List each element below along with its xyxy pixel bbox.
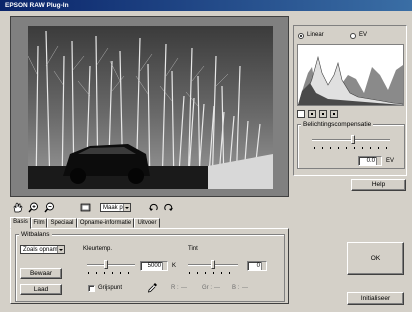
tint-value: 0 [256, 263, 260, 269]
tab-basis[interactable]: Basis [10, 217, 31, 229]
zoom-in-icon[interactable] [28, 202, 39, 213]
histogram [297, 44, 404, 106]
histogram-graph [297, 55, 404, 106]
gray-point-checkbox[interactable] [88, 285, 95, 292]
hand-tool-icon[interactable] [12, 202, 23, 213]
g-value: --- [214, 285, 220, 291]
rotate-left-icon[interactable] [148, 202, 159, 213]
color-temp-input[interactable]: 5000 [140, 261, 168, 271]
save-button[interactable]: Bewaar [20, 268, 62, 279]
r-value: --- [181, 285, 187, 291]
ok-button[interactable]: OK [347, 242, 404, 275]
color-temp-spin[interactable] [162, 262, 167, 270]
color-temp-ticks [88, 272, 134, 274]
tab-film[interactable]: Film [31, 218, 47, 228]
photo-preview [28, 26, 273, 189]
tint-ticks [189, 272, 237, 274]
histogram-red-button[interactable] [308, 110, 316, 118]
tint-label: Tint [188, 246, 198, 252]
help-button[interactable]: Help [351, 179, 406, 191]
reset-button[interactable]: Initialiseer [347, 292, 404, 305]
zoom-out-icon[interactable] [44, 202, 55, 213]
color-temp-label: Kleurtemp. [83, 246, 113, 252]
histogram-green-button[interactable] [319, 110, 327, 118]
image-preview-frame [10, 16, 289, 197]
gray-point-label: Grijspunt [98, 285, 123, 291]
color-temp-slider-track [87, 264, 135, 266]
white-balance-preset-value: Zoals opname [23, 247, 62, 253]
tab-speciaal[interactable]: Speciaal [47, 218, 77, 228]
exposure-unit: EV [386, 158, 395, 164]
tint-input[interactable]: 0 [247, 261, 267, 271]
photo-image [28, 26, 273, 189]
chevron-down-icon [123, 204, 130, 211]
b-label: B : [232, 285, 240, 291]
right-panel: Linear EV Belichtingscompensatie 0.0 EV [293, 25, 407, 176]
b-value: --- [242, 285, 248, 291]
tint-spin[interactable] [261, 262, 266, 270]
eyedropper-icon[interactable] [147, 282, 158, 293]
white-balance-group: Witbalans Zoals opname Bewaar Laad Kleur… [15, 231, 285, 302]
exposure-group-label: Belichtingscompensatie [301, 121, 374, 128]
color-temp-unit: K [172, 263, 177, 269]
zoom-select[interactable]: Maak p [100, 203, 131, 212]
exposure-value-input[interactable]: 0.0 [358, 156, 382, 166]
exposure-spin[interactable] [376, 157, 381, 165]
white-balance-preset-select[interactable]: Zoals opname [20, 245, 65, 254]
color-temp-value: 5000 [147, 263, 161, 269]
linear-radio[interactable] [298, 33, 304, 39]
window-title: EPSON RAW Plug-In [0, 0, 412, 11]
chevron-down-icon [57, 246, 64, 253]
basis-tab-panel: Witbalans Zoals opname Bewaar Laad Kleur… [10, 228, 289, 304]
compare-view-icon[interactable] [80, 202, 91, 213]
load-button[interactable]: Laad [20, 284, 62, 295]
rotate-right-icon[interactable] [163, 202, 174, 213]
zoom-select-value: Maak p [103, 205, 123, 211]
histogram-white-button[interactable] [297, 110, 305, 118]
tab-uitvoer[interactable]: Uitvoer [134, 218, 160, 228]
tint-slider-thumb[interactable] [211, 260, 215, 269]
histogram-blue-button[interactable] [330, 110, 338, 118]
exposure-slider-thumb[interactable] [351, 135, 355, 144]
exposure-value: 0.0 [366, 158, 375, 164]
r-label: R : [171, 285, 179, 291]
color-temp-slider-thumb[interactable] [104, 260, 108, 269]
ev-radio[interactable] [350, 33, 356, 39]
tab-opname-informatie[interactable]: Opname-informatie [77, 218, 134, 228]
ev-label: EV [359, 32, 368, 38]
exposure-slider-ticks [314, 147, 390, 149]
white-balance-label: Witbalans [19, 231, 52, 238]
linear-label: Linear [307, 32, 324, 38]
g-label: Gr : [202, 285, 212, 291]
exposure-compensation-group: Belichtingscompensatie 0.0 EV [297, 121, 405, 169]
